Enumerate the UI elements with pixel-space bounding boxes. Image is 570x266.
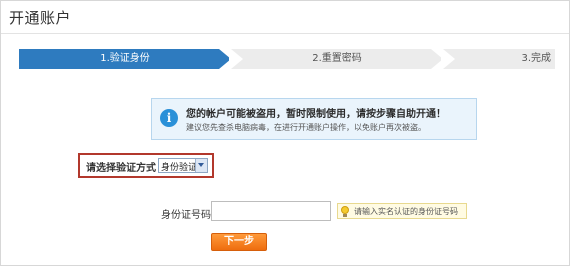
notice-message: 您的帐户可能被盗用，暂时限制使用，请按步骤自助开通！: [186, 109, 446, 120]
next-step-button[interactable]: 下一步: [211, 233, 267, 251]
id-number-label: 身份证号码: [161, 210, 211, 221]
step-complete: 3.完成: [443, 49, 555, 69]
lightbulb-base: [343, 214, 347, 217]
notice-advice: 建议您先查杀电脑病毒，在进行开通账户操作，以免账户再次被盗。: [186, 123, 426, 132]
id-number-hint-text: 请输入实名认证的身份证号码: [354, 207, 458, 216]
verification-method-value: 身份验证: [161, 163, 198, 173]
verification-method-select[interactable]: 身份验证: [158, 158, 208, 173]
progress-stepper: 1.验证身份 2.重置密码 3.完成: [19, 49, 555, 69]
page-title: 开通账户: [9, 9, 72, 27]
chevron-down-icon: [198, 163, 204, 167]
step-reset-password: 2.重置密码: [231, 49, 443, 69]
dropdown-toggle[interactable]: [195, 159, 207, 172]
account-activation-panel: 开通账户 1.验证身份 2.重置密码 3.完成 i 您的帐户可能被盗用，暂时限制…: [0, 0, 570, 266]
id-number-hint: 请输入实名认证的身份证号码: [337, 203, 467, 219]
verification-method-group: 请选择验证方式 身份验证: [78, 153, 214, 178]
warning-notice: i 您的帐户可能被盗用，暂时限制使用，请按步骤自助开通！ 建议您先查杀电脑病毒，…: [151, 98, 477, 140]
info-icon: i: [160, 109, 178, 127]
step-verify-identity: 1.验证身份: [19, 49, 231, 69]
lightbulb-icon: [341, 206, 349, 214]
verification-method-label: 请选择验证方式: [86, 163, 156, 174]
title-divider: [1, 33, 569, 34]
id-number-input[interactable]: [211, 201, 331, 221]
